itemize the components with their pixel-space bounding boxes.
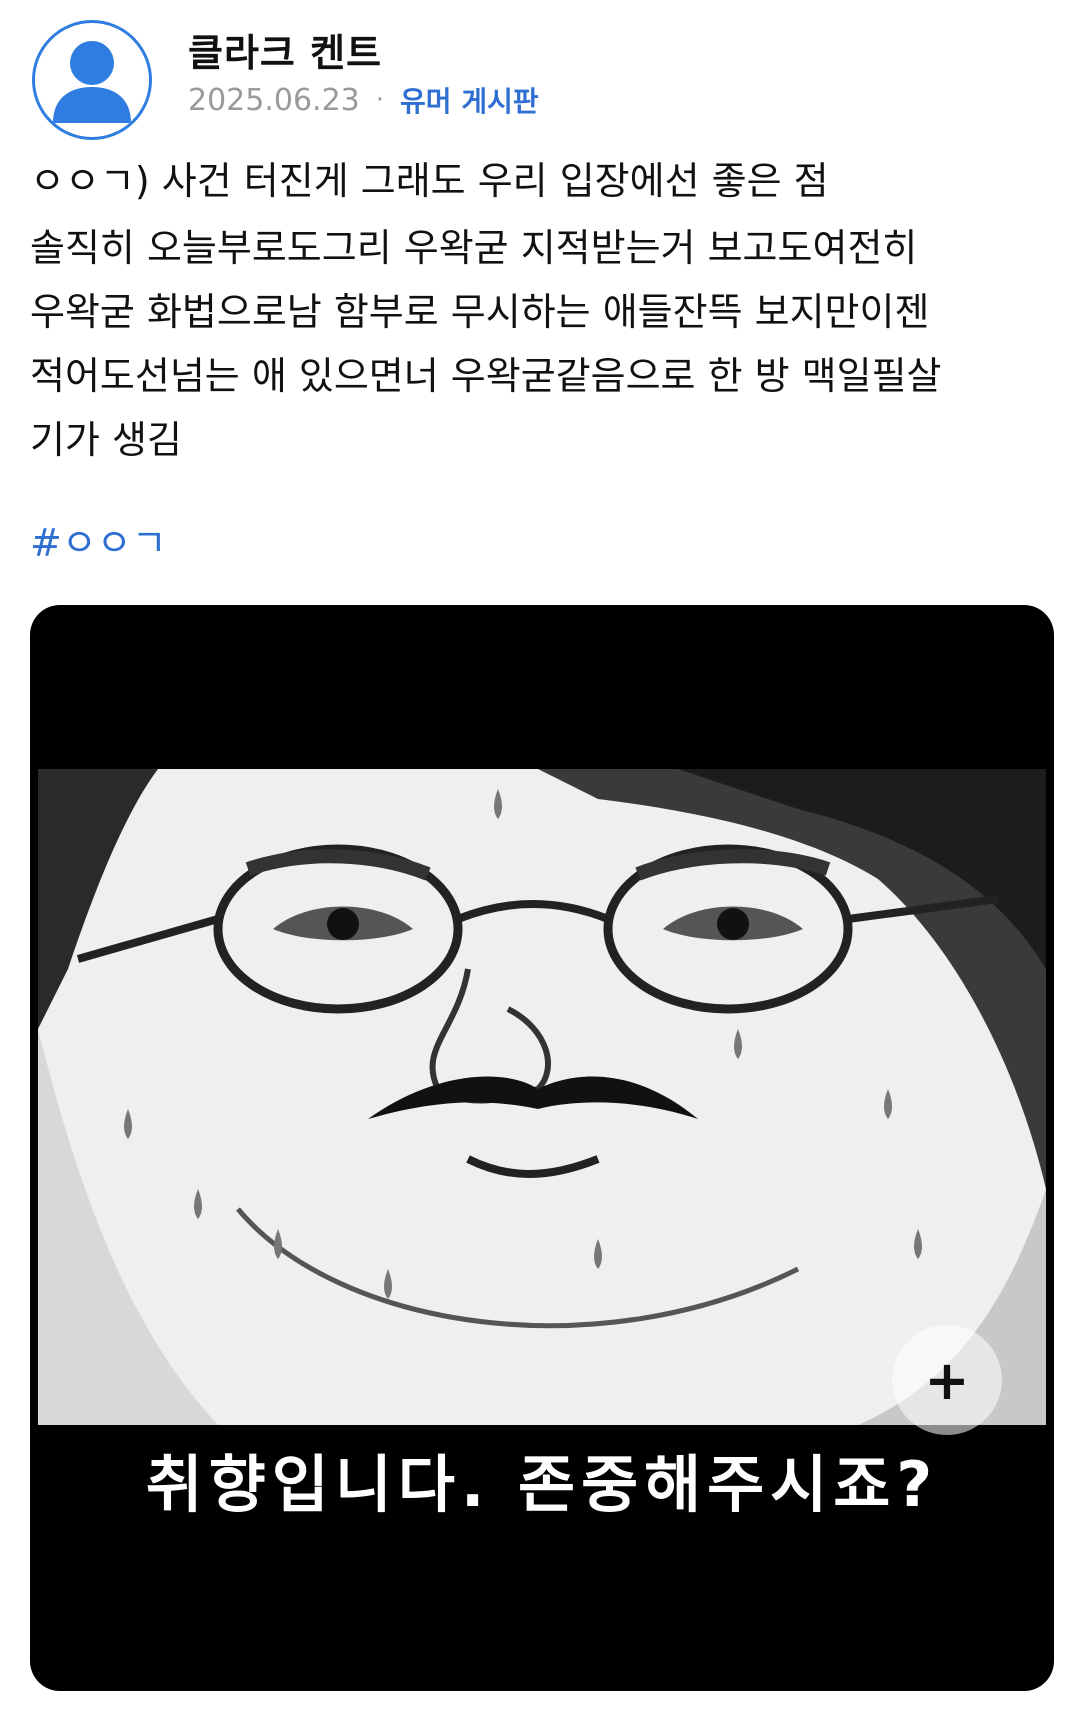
post-header: 클라크 켄트 2025.06.23 · 유머 게시판 <box>28 18 1052 140</box>
avatar[interactable] <box>32 20 152 140</box>
caption-bar: 취향입니다. 존중해주시죠? <box>38 1425 1046 1533</box>
body-line: 적어도선넘는 애 있으면너 우왁굳같음으로 한 방 맥일필살 <box>30 354 942 398</box>
plus-icon: + <box>924 1348 970 1412</box>
post-body: 솔직히 오늘부로도그리 우왁굳 지적받는거 보고도여전히 우왁굳 화법으로남 함… <box>30 216 1050 472</box>
image-caption: 취향입니다. 존중해주시죠? <box>145 1448 939 1521</box>
post-image[interactable]: 취향입니다. 존중해주시죠? + <box>30 605 1054 1691</box>
author-name[interactable]: 클라크 켄트 <box>188 22 382 77</box>
body-line: 기가 생김 <box>30 418 182 462</box>
face-drawing <box>38 769 1046 1425</box>
user-icon <box>53 41 131 123</box>
board-link[interactable]: 유머 게시판 <box>400 80 539 120</box>
body-line: 우왁굳 화법으로남 함부로 무시하는 애들잔뜩 보지만이젠 <box>30 290 930 334</box>
body-line: 솔직히 오늘부로도그리 우왁굳 지적받는거 보고도여전히 <box>30 226 918 270</box>
manga-illustration <box>38 769 1046 1425</box>
post-date: 2025.06.23 <box>188 82 360 118</box>
meta-separator: · <box>375 85 385 115</box>
hashtag-link[interactable]: #ㅇㅇㄱ <box>30 512 167 567</box>
post-title: ㅇㅇㄱ) 사건 터진게 그래도 우리 입장에선 좋은 점 <box>30 159 829 203</box>
expand-image-button[interactable]: + <box>892 1325 1002 1435</box>
post-meta: 2025.06.23 · 유머 게시판 <box>188 80 539 120</box>
